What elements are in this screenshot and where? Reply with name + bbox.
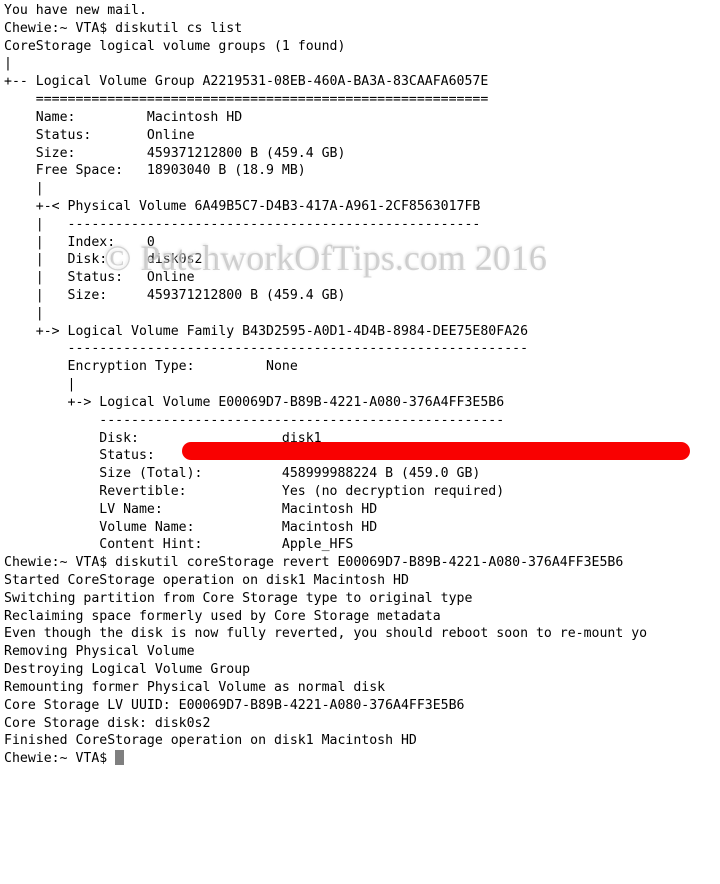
terminal-cursor — [115, 750, 124, 765]
prompt-3: Chewie:~ VTA$ — [4, 751, 115, 766]
lvg-line: +-- Logical Volume Group A2219531-08EB-4… — [4, 74, 488, 89]
lvf-separator: ----------------------------------------… — [4, 341, 528, 356]
output-line-6: Destroying Logical Volume Group — [4, 662, 250, 677]
pv-separator: | --------------------------------------… — [4, 217, 480, 232]
output-line-3: Reclaiming space formerly used by Core S… — [4, 609, 441, 624]
output-line-5: Removing Physical Volume — [4, 644, 195, 659]
lvg-pipe: | — [4, 181, 44, 196]
command-2: diskutil coreStorage revert E00069D7-B89… — [115, 555, 623, 570]
pv-index: | Index: 0 — [4, 235, 155, 250]
output-line-10: Finished CoreStorage operation on disk1 … — [4, 733, 417, 748]
tree-pipe-top: | — [4, 56, 12, 71]
lv-separator: ----------------------------------------… — [4, 413, 504, 428]
pv-status: | Status: Online — [4, 270, 195, 285]
lv-lvname: LV Name: Macintosh HD — [4, 502, 377, 517]
output-line-8: Core Storage LV UUID: E00069D7-B89B-4221… — [4, 698, 465, 713]
lv-volname: Volume Name: Macintosh HD — [4, 520, 377, 535]
lvg-pipe-2: | — [4, 306, 44, 321]
lvg-free: Free Space: 18903040 B (18.9 MB) — [4, 163, 306, 178]
pv-line: +-< Physical Volume 6A49B5C7-D4B3-417A-A… — [4, 199, 480, 214]
mail-line: You have new mail. — [4, 3, 147, 18]
lvf-line: +-> Logical Volume Family B43D2595-A0D1-… — [4, 324, 528, 339]
terminal-output[interactable]: You have new mail. Chewie:~ VTA$ diskuti… — [0, 0, 720, 770]
lv-content-hint: Content Hint: Apple_HFS — [4, 537, 353, 552]
lvg-name: Name: Macintosh HD — [4, 110, 242, 125]
pv-disk: | Disk: disk0s2 — [4, 252, 203, 267]
prompt-1: Chewie:~ VTA$ — [4, 21, 115, 36]
corestorage-header: CoreStorage logical volume groups (1 fou… — [4, 39, 345, 54]
output-line-4: Even though the disk is now fully revert… — [4, 626, 647, 641]
lv-size: Size (Total): 458999988224 B (459.0 GB) — [4, 466, 480, 481]
command-1: diskutil cs list — [115, 21, 242, 36]
lv-line: +-> Logical Volume E00069D7-B89B-4221-A0… — [4, 395, 504, 410]
output-line-9: Core Storage disk: disk0s2 — [4, 716, 210, 731]
prompt-2: Chewie:~ VTA$ — [4, 555, 115, 570]
output-line-2: Switching partition from Core Storage ty… — [4, 591, 472, 606]
redaction-bar — [182, 442, 690, 460]
output-line-1: Started CoreStorage operation on disk1 M… — [4, 573, 409, 588]
lvg-status: Status: Online — [4, 128, 195, 143]
lvg-separator: ========================================… — [4, 92, 488, 107]
lvf-pipe: | — [4, 377, 75, 392]
pv-size: | Size: 459371212800 B (459.4 GB) — [4, 288, 345, 303]
lv-revertible: Revertible: Yes (no decryption required) — [4, 484, 504, 499]
lvg-size: Size: 459371212800 B (459.4 GB) — [4, 146, 345, 161]
output-line-7: Remounting former Physical Volume as nor… — [4, 680, 385, 695]
lvf-encryption: Encryption Type: None — [4, 359, 298, 374]
